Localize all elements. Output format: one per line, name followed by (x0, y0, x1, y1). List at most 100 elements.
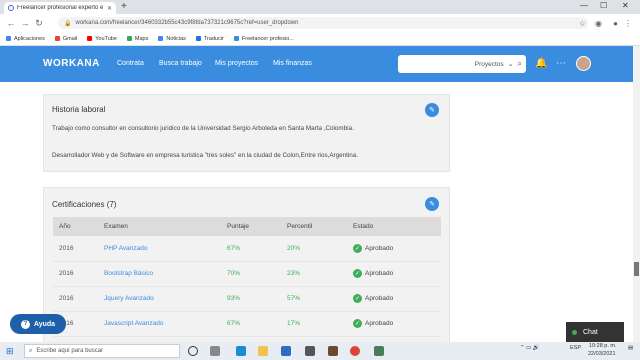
check-circle-icon: ✓ (353, 269, 362, 278)
status-label: Aprobado (365, 295, 394, 302)
table-row: 2016 Bootstrap Básico 70% 23% ✓ Aprobado (53, 261, 441, 287)
tab-close-icon[interactable]: ✕ (107, 5, 112, 12)
bookmark-apps[interactable]: Aplicaciones (6, 36, 45, 42)
work-history-title: Historia laboral (52, 105, 106, 114)
bookmark-freelancer[interactable]: Freelancer profesio... (233, 36, 294, 42)
col-percentile: Percentil (281, 217, 347, 236)
app-icon-2[interactable] (328, 346, 338, 356)
status-label: Aprobado (365, 270, 394, 277)
check-circle-icon: ✓ (353, 319, 362, 328)
bookmark-youtube[interactable]: YouTube (87, 36, 117, 42)
cell-percentile: 17% (281, 311, 347, 337)
back-icon[interactable]: ← (4, 18, 18, 28)
cell-percentile: 20% (281, 236, 347, 262)
nav-mis-finanzas[interactable]: Mis finanzas (273, 60, 312, 67)
bookmark-noticias[interactable]: Noticias (158, 36, 186, 42)
clock-time[interactable]: 10:28 p. m. (589, 343, 617, 349)
table-header-row: Año Examen Puntaje Percentil Estado (53, 217, 441, 236)
bookmark-traducir[interactable]: Traducir (195, 35, 224, 42)
certifications-title: Certificaciones (7) (52, 200, 117, 209)
cortana-icon[interactable] (188, 346, 198, 356)
bookmark-label: Noticias (166, 35, 186, 42)
chat-label: Chat (583, 328, 598, 336)
bookmark-label: Aplicaciones (14, 35, 45, 42)
workana-logo[interactable]: WORKANA (43, 58, 100, 69)
translate-icon (195, 36, 201, 41)
page-scrollbar[interactable] (633, 46, 640, 342)
history-entry-2: Desarrollador Web y de Software en empre… (52, 152, 359, 159)
cell-exam-link[interactable]: Jquery Avanzado (98, 286, 221, 312)
search-icon[interactable]: ⌕ (518, 59, 522, 69)
maximize-icon[interactable]: ☐ (600, 1, 607, 10)
taskbar-search-input[interactable]: ⌕ Escribe aquí para buscar (24, 344, 180, 358)
minimize-icon[interactable]: — (580, 1, 588, 10)
cell-status: ✓ Aprobado (347, 236, 441, 262)
profile-icon[interactable]: ● (613, 19, 618, 28)
notifications-icon[interactable]: ▤ (628, 345, 633, 351)
store-icon[interactable] (281, 346, 291, 356)
cell-year: 2016 (53, 286, 98, 312)
app-icon-3[interactable] (374, 346, 384, 356)
pencil-icon: ✎ (429, 201, 435, 208)
new-tab-icon[interactable]: + (121, 1, 127, 12)
news-icon (158, 36, 164, 41)
edit-history-button[interactable]: ✎ (425, 103, 439, 117)
clock-date[interactable]: 22/03/2021 (588, 351, 616, 357)
task-view-icon[interactable] (210, 346, 220, 356)
pencil-icon: ✎ (429, 107, 435, 114)
edge-icon[interactable] (236, 346, 246, 356)
windows-taskbar: ⊞ ⌕ Escribe aquí para buscar ⌃ ▭ 🔊 ESP 1… (0, 342, 640, 360)
scrollbar-thumb[interactable] (634, 262, 639, 276)
check-circle-icon: ✓ (353, 294, 362, 303)
bookmark-maps[interactable]: Maps (126, 36, 148, 42)
chat-button[interactable]: Chat (566, 322, 624, 342)
forward-icon[interactable]: → (18, 18, 32, 28)
browser-tab[interactable]: Freelancer profesional experto e ✕ (4, 2, 116, 14)
cell-exam-link[interactable]: Bootstrap Básico (98, 261, 221, 287)
file-explorer-icon[interactable] (258, 346, 268, 356)
tray-icons[interactable]: ⌃ ▭ 🔊 (520, 345, 540, 351)
windows-start-icon[interactable]: ⊞ (6, 346, 14, 357)
cell-percentile: 23% (281, 261, 347, 287)
chrome-icon[interactable] (350, 346, 360, 356)
youtube-icon (87, 36, 93, 41)
chevron-down-icon[interactable]: ⌄ (508, 60, 514, 68)
online-status-icon (572, 329, 577, 335)
check-circle-icon: ✓ (353, 243, 362, 253)
bookmark-gmail[interactable]: Gmail (54, 35, 78, 42)
nav-mis-proyectos[interactable]: Mis proyectos (215, 60, 258, 67)
bookmark-label: Gmail (62, 35, 78, 42)
profile-content: Historia laboral ✎ Trabajo como consulto… (0, 82, 633, 347)
app-icon[interactable] (305, 346, 315, 356)
cell-score: 67% (221, 311, 281, 337)
bookmark-label: Traducir (203, 35, 224, 42)
notifications-bell-icon[interactable]: 🔔 (535, 58, 547, 69)
reload-icon[interactable]: ↻ (32, 18, 46, 29)
language-indicator[interactable]: ESP (570, 345, 581, 351)
cell-exam-link[interactable]: Javascript Avanzado (98, 311, 221, 337)
cell-status: ✓ Aprobado (347, 261, 441, 287)
nav-contrata[interactable]: Contrata (117, 60, 144, 67)
cell-score: 70% (221, 261, 281, 287)
avatar[interactable] (576, 56, 591, 71)
history-entry-1: Trabajo como consultor en consultorio ju… (52, 125, 354, 132)
table-row: 2016 PHP Avanzado 67% 20% ✓ Aprobado (53, 236, 441, 262)
bookmark-star-icon[interactable]: ☆ (579, 19, 586, 28)
table-row: 2016 Javascript Avanzado 67% 17% ✓ Aproba… (53, 311, 441, 337)
project-search-input[interactable]: Proyectos ⌄ ⌕ (398, 55, 526, 73)
browser-menu-icon[interactable]: ⋮ (624, 19, 632, 28)
taskbar-search-placeholder: Escribe aquí para buscar (36, 348, 104, 354)
cell-score: 67% (221, 236, 281, 262)
close-window-icon[interactable]: ✕ (622, 1, 629, 10)
cell-status: ✓ Aprobado (347, 311, 441, 337)
extension-icon[interactable]: ◉ (595, 19, 602, 28)
maps-icon (126, 36, 132, 41)
edit-certifications-button[interactable]: ✎ (425, 197, 439, 211)
cell-exam-link[interactable]: PHP Avanzado (98, 236, 221, 262)
cell-score: 93% (221, 286, 281, 312)
messages-icon[interactable]: ⋯ (556, 58, 566, 69)
url-bar[interactable]: 🔒 workana.com/freelancer/3460332b55c43c9… (58, 17, 588, 29)
certifications-card: Certificaciones (7) ✎ Año Examen Puntaje… (43, 187, 450, 347)
help-button[interactable]: ? Ayuda (10, 314, 66, 334)
nav-busca-trabajo[interactable]: Busca trabajo (159, 60, 202, 67)
